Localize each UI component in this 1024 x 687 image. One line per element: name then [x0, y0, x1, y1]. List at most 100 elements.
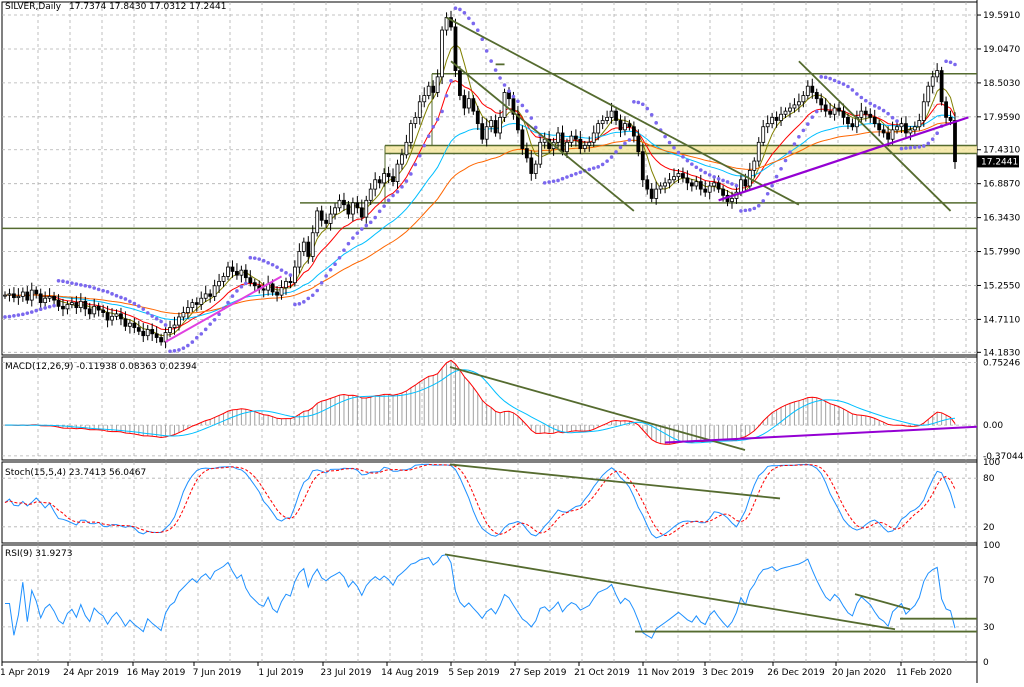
sar-dot: [837, 80, 841, 85]
sar-dot: [721, 178, 725, 183]
date-tick-label: 21 Oct 2019: [574, 668, 630, 678]
sar-dot: [823, 75, 828, 80]
sar-dot: [596, 165, 600, 169]
stoch-tick-label: 100: [983, 458, 1000, 468]
stoch-label: Stoch(15,5,4) 23.7413 56.0467: [5, 468, 146, 478]
date-tick-label: 5 Sep 2019: [448, 668, 500, 678]
sar-dot: [529, 116, 534, 120]
sar-dot: [128, 299, 132, 304]
sar-dot: [324, 274, 328, 278]
macd-tick-label: 0.75246: [983, 359, 1020, 369]
date-tick-label: 26 Dec 2019: [767, 668, 825, 678]
chart-ohlc-values: 17.7374 17.8430 17.0312 17.2441: [69, 2, 226, 12]
sar-dot: [935, 131, 939, 136]
sar-dot: [877, 106, 881, 110]
sar-dot: [525, 109, 529, 113]
date-tick-label: 1 Apr 2019: [0, 668, 50, 678]
sar-dot: [716, 176, 721, 181]
sar-dot: [779, 166, 783, 171]
sar-dot: [368, 220, 373, 225]
date-tick-label: 24 Apr 2019: [63, 668, 119, 678]
date-tick-label: 11 Feb 2020: [896, 668, 952, 678]
rsi-tick-label: 70: [983, 576, 995, 586]
sar-dot: [248, 255, 253, 260]
sar-dot: [484, 49, 489, 53]
sar-dot: [953, 62, 957, 67]
sar-dot: [542, 181, 547, 185]
sar-dot: [319, 281, 324, 285]
sar-dot: [360, 227, 364, 231]
macd-header: MACD(12,26,9) -0.11938 0.08363 0.02394: [5, 362, 197, 372]
sar-dot: [783, 158, 788, 163]
price-tick-label: 16.3430: [983, 214, 1020, 224]
candle: [458, 66, 462, 101]
sar-dot: [293, 302, 297, 307]
sar-dot: [819, 75, 823, 79]
sar-dot: [676, 150, 681, 155]
sar-dot: [926, 141, 931, 146]
sar-dot: [707, 173, 712, 177]
sar-dot: [444, 93, 449, 98]
macd-tick-label: 0.00: [983, 421, 1003, 431]
sar-dot: [284, 270, 288, 275]
sar-dot: [190, 340, 195, 344]
sar-dot: [275, 265, 279, 269]
sar-dot: [302, 300, 306, 304]
sar-dot: [663, 134, 667, 139]
sar-dot: [105, 290, 110, 294]
sar-dot: [855, 92, 859, 96]
sar-dot: [440, 109, 444, 114]
sar-dot: [605, 159, 609, 163]
sar-dot: [507, 89, 511, 93]
sar-dot: [168, 349, 172, 354]
sar-dot: [765, 191, 770, 196]
chart-header: SILVER,Daily 17.7374 17.8430 17.0312 17.…: [5, 2, 226, 12]
sar-dot: [119, 295, 123, 300]
sar-dot: [921, 144, 926, 148]
sar-dot: [645, 106, 650, 111]
sar-dot: [310, 293, 315, 298]
sar-dot: [87, 284, 92, 289]
sar-dot: [712, 175, 716, 179]
sar-dot: [859, 95, 864, 100]
sar-dot: [649, 112, 654, 117]
sar-dot: [850, 88, 855, 92]
sar-dot: [797, 134, 801, 139]
sar-dot: [373, 215, 377, 220]
sar-dot: [177, 348, 181, 352]
sar-dot: [279, 268, 284, 272]
sar-dot: [703, 170, 708, 175]
sar-dot: [863, 98, 868, 103]
price-tick-label: 19.0470: [983, 45, 1020, 55]
stoch-tick-label: 80: [983, 474, 995, 484]
date-tick-label: 16 May 2019: [127, 668, 186, 678]
sar-dot: [212, 318, 217, 322]
rsi-tick-label: 0: [983, 658, 989, 668]
sar-dot: [328, 267, 333, 272]
sar-dot: [288, 273, 293, 277]
sar-dot: [467, 16, 471, 21]
sar-dot: [832, 78, 837, 83]
sar-dot: [944, 59, 948, 64]
sar-dot: [3, 315, 7, 319]
sar-dot: [868, 101, 873, 106]
sar-dot: [739, 209, 743, 213]
sar-dot: [194, 335, 199, 340]
sar-dot: [449, 78, 453, 83]
sar-dot: [342, 248, 346, 252]
sar-dot: [141, 307, 146, 311]
sar-dot: [846, 84, 850, 89]
sar-dot: [872, 104, 877, 108]
sar-dot: [83, 283, 88, 288]
sar-dot: [346, 241, 351, 246]
sar-dot: [734, 183, 739, 188]
sar-dot: [930, 137, 935, 141]
date-tick-label: 23 Jul 2019: [321, 668, 372, 678]
sar-dot: [426, 134, 431, 138]
sar-dot: [244, 281, 248, 286]
sar-dot: [12, 313, 16, 318]
price-tick-label: 16.8870: [983, 180, 1020, 190]
sar-dot: [904, 146, 908, 150]
last-price-label: 17.2441: [981, 157, 1018, 167]
candle: [440, 26, 444, 85]
